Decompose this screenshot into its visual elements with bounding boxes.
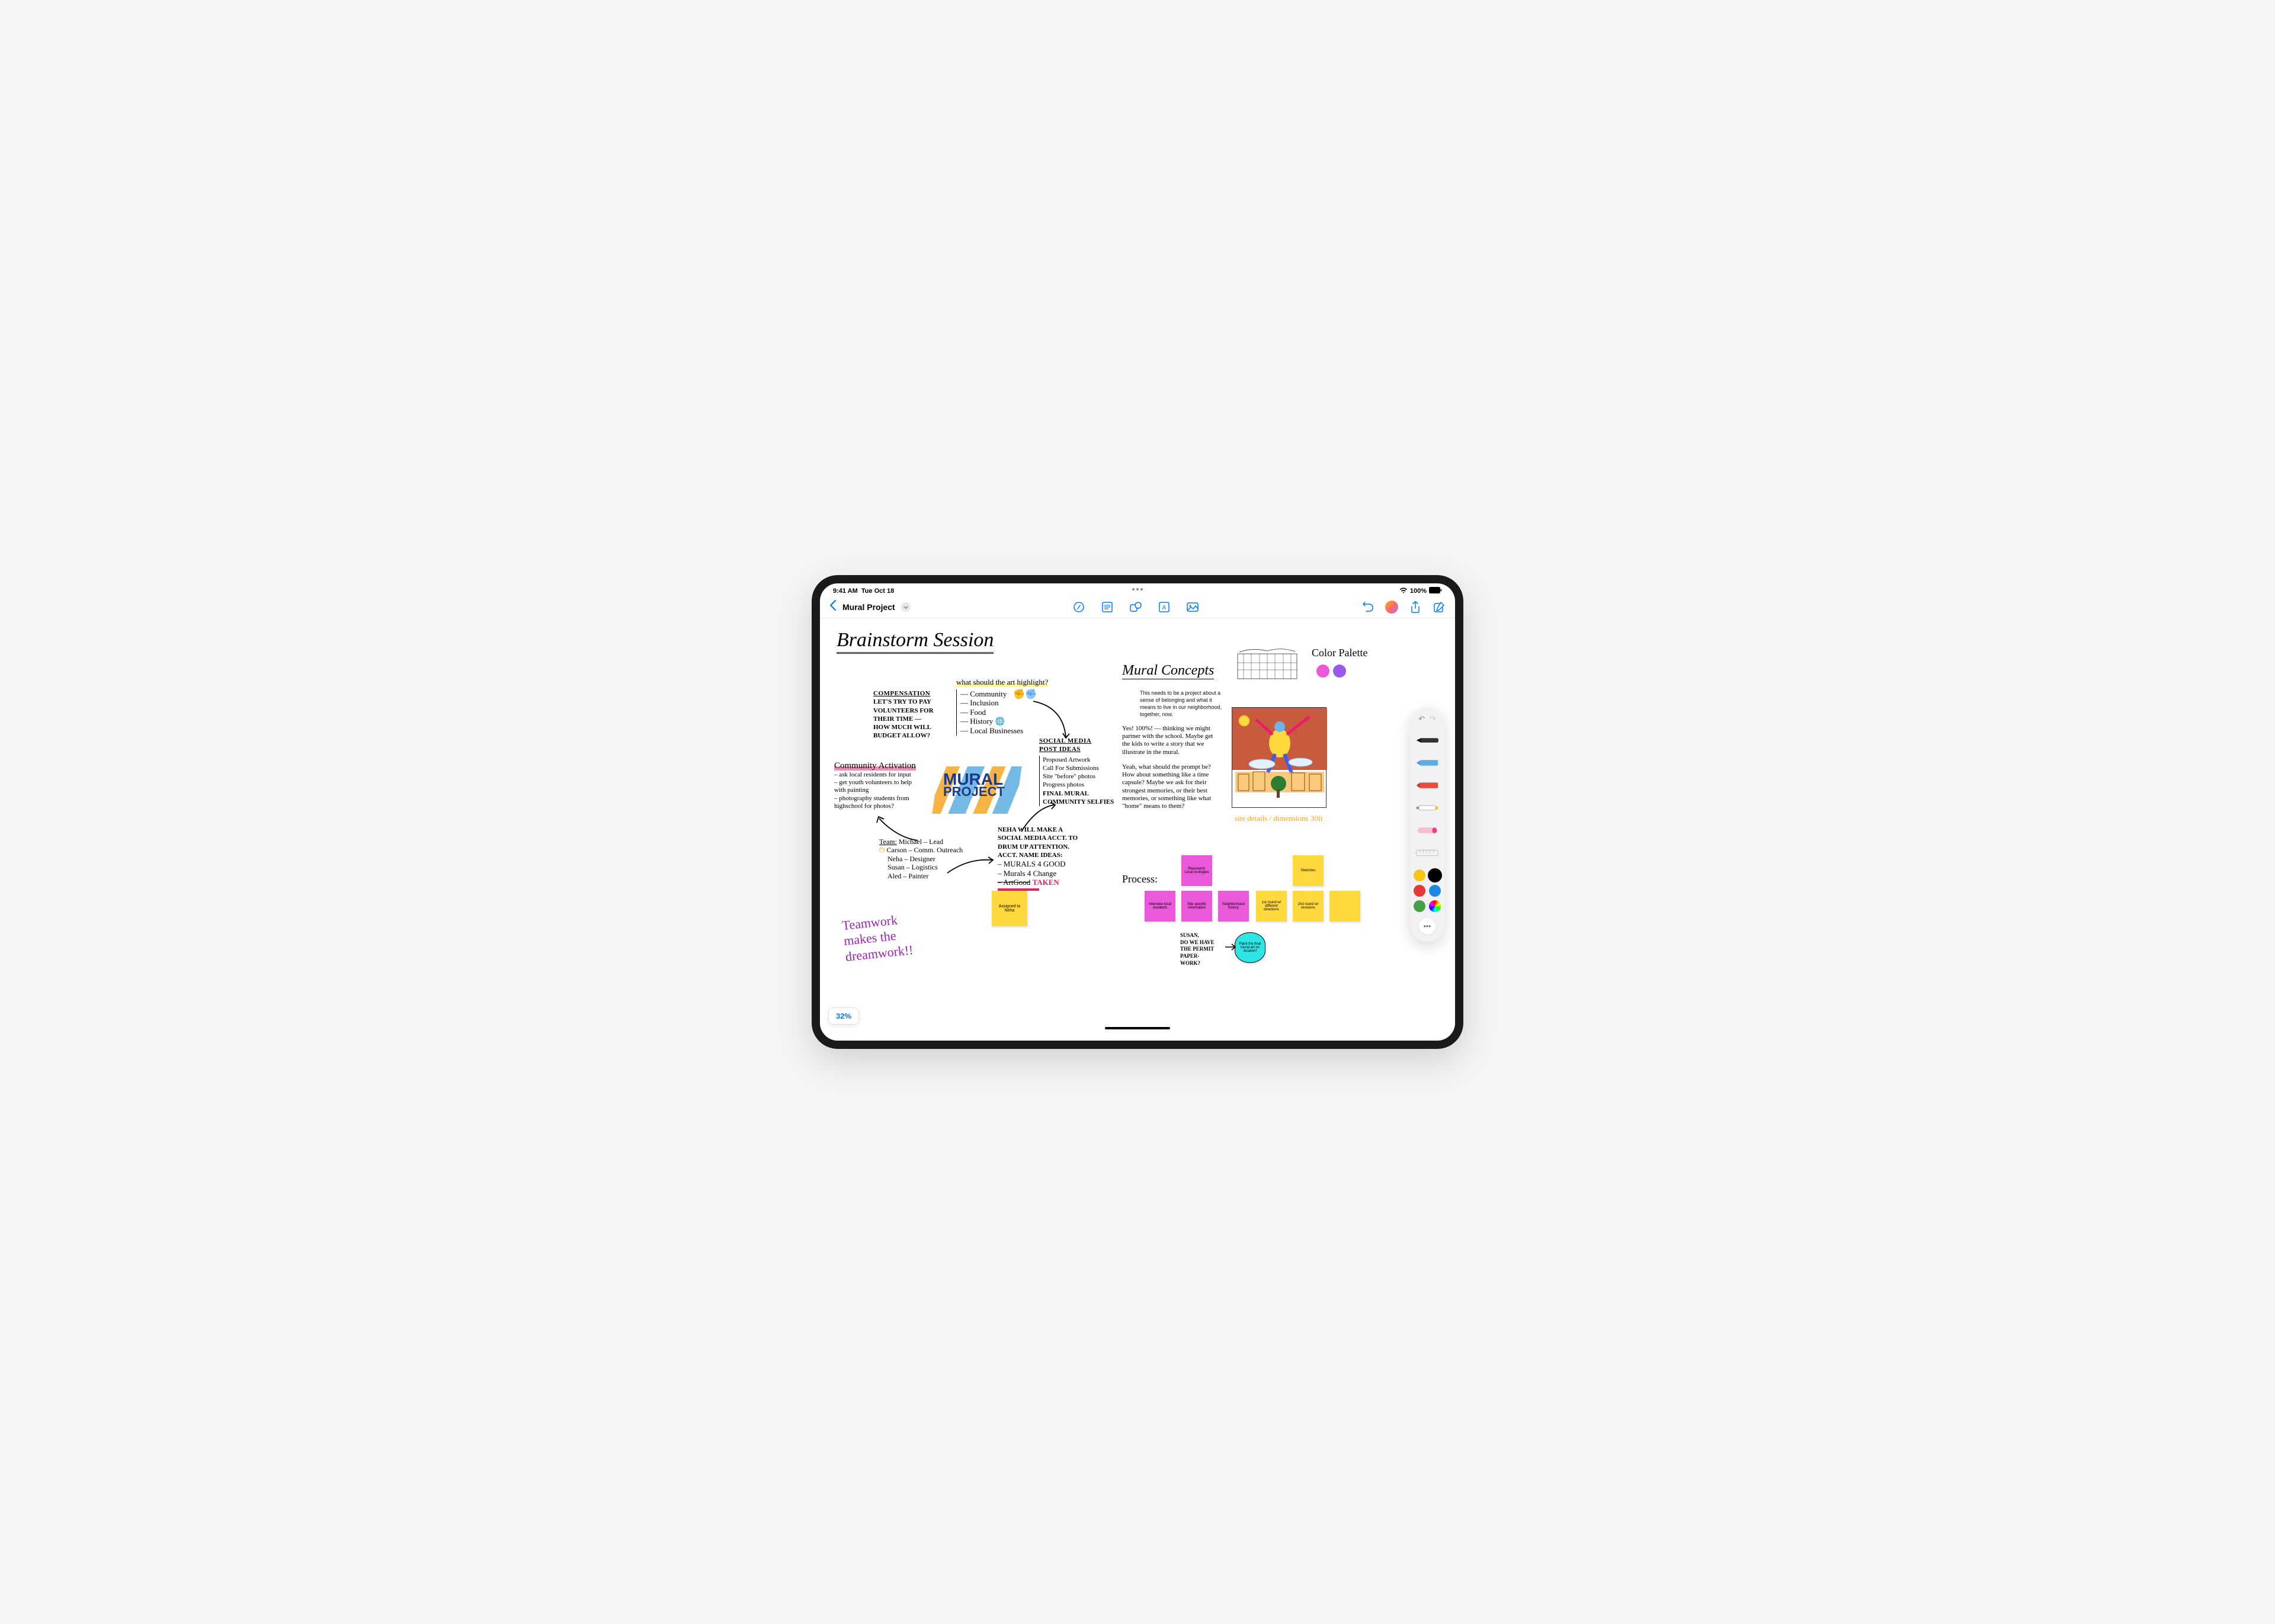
image-icon[interactable] [1186, 601, 1199, 614]
status-bar: 9:41 AM Tue Oct 18 100% [820, 583, 1455, 596]
wifi-icon [1399, 588, 1408, 595]
cursive-note-2: Yeah, what should the prompt be? How abo… [1122, 763, 1217, 810]
palette-more-icon[interactable]: ••• [1419, 918, 1436, 935]
heading-brainstorm: Brainstorm Session [837, 629, 994, 651]
pen-tool[interactable] [1415, 732, 1439, 749]
palette-undo-icon[interactable]: ↶ [1418, 714, 1425, 724]
sticky-sketches[interactable]: Sketches [1293, 855, 1324, 886]
ruler-tool[interactable] [1415, 845, 1439, 861]
sticky-research[interactable]: Reasearch Local ecologies [1181, 855, 1212, 886]
color-blue[interactable] [1429, 885, 1441, 897]
document-title[interactable]: Mural Project [842, 602, 895, 612]
cursive-note-1: Yes! 100%! — thinking we might partner w… [1122, 725, 1214, 756]
heading-mural-concepts: Mural Concepts [1122, 663, 1214, 679]
color-black[interactable] [1429, 869, 1441, 881]
process-heading: Process: [1122, 873, 1158, 886]
palette-color-grid [1414, 869, 1441, 912]
undo-icon[interactable] [1361, 601, 1374, 614]
teamwork-quote: Teamwork makes the dreamwork!! [841, 911, 914, 965]
community-block: Community Activation – ask local residen… [834, 760, 923, 810]
pen-tool-icon[interactable] [1072, 601, 1085, 614]
sticky-note-icon[interactable] [1101, 601, 1114, 614]
zoom-level-badge[interactable]: 32% [828, 1007, 859, 1025]
typed-note: This needs to be a project about a sense… [1140, 689, 1223, 718]
svg-text:A: A [1162, 605, 1167, 611]
status-date: Tue Oct 18 [861, 588, 894, 595]
compensation-block: COMPENSATION LET'S TRY TO PAY VOLUNTEERS… [873, 689, 938, 740]
neha-block: NEHA WILL MAKE A SOCIAL MEDIA ACCT. TO D… [998, 826, 1087, 891]
palette-redo-icon[interactable]: ↷ [1430, 714, 1436, 724]
eraser-tool[interactable] [1415, 822, 1439, 839]
compose-icon[interactable] [1433, 601, 1446, 614]
title-menu-chevron-icon[interactable] [901, 602, 911, 612]
sticky-round1[interactable]: 1st round w/ different directions [1256, 891, 1287, 922]
site-details-label: site details / dimensions 30ft [1235, 814, 1323, 823]
back-button[interactable] [829, 600, 837, 614]
freeform-canvas[interactable]: Brainstorm Session COMPENSATION LET'S TR… [820, 618, 1455, 1033]
ipad-screen: 9:41 AM Tue Oct 18 100% [820, 583, 1455, 1041]
share-icon[interactable] [1409, 601, 1422, 614]
shapes-icon[interactable] [1129, 601, 1142, 614]
sticky-interview[interactable]: Interview local residents [1145, 891, 1175, 922]
app-toolbar: Mural Project A [820, 596, 1455, 618]
susan-permit-note: SUSAN, DO WE HAVE THE PERMIT PAPER- WORK… [1180, 932, 1231, 967]
fist-emoji-blue: ✊ [1025, 688, 1037, 700]
sticky-paint-final[interactable]: Paint the final mural art on location! [1235, 932, 1265, 963]
social-block: SOCIAL MEDIA POST IDEAS Proposed Artwork… [1039, 737, 1116, 806]
ipad-device-frame: 9:41 AM Tue Oct 18 100% [812, 575, 1463, 1049]
home-indicator[interactable] [1105, 1027, 1170, 1029]
multitask-indicator[interactable] [1132, 588, 1143, 590]
building-sketch [1235, 645, 1300, 683]
fist-emoji-orange: ✊ [1013, 688, 1025, 700]
color-red[interactable] [1414, 885, 1425, 897]
palette-swatch-magenta [1316, 665, 1329, 678]
mural-logo: MURAL PROJECT [943, 772, 1005, 797]
battery-icon [1429, 587, 1442, 595]
color-yellow[interactable] [1414, 869, 1425, 881]
status-time: 9:41 AM [833, 588, 858, 595]
color-green[interactable] [1414, 900, 1425, 912]
collaborator-avatar[interactable] [1385, 601, 1398, 614]
sticky-assigned-neha[interactable]: Assigned to Neha [992, 891, 1027, 926]
team-block: Team: Michael – Lead ⏻ Carson – Comm. Ou… [879, 837, 980, 880]
color-picker-icon[interactable] [1429, 900, 1441, 912]
color-palette-label: Color Palette [1312, 647, 1367, 659]
fill-tool[interactable] [1415, 800, 1439, 816]
crayon-tool[interactable] [1415, 777, 1439, 794]
sticky-round2[interactable]: 2nd round w/ revisions [1293, 891, 1324, 922]
highlight-block: what should the art highlight? — Communi… [956, 678, 1051, 736]
drawing-tool-palette: ↶ ↷ [1410, 707, 1444, 942]
palette-swatch-purple [1333, 665, 1346, 678]
battery-percent: 100% [1410, 588, 1427, 595]
sticky-siteinfo[interactable]: Site specific information [1181, 891, 1212, 922]
mural-artwork [1232, 707, 1326, 808]
sticky-continue[interactable] [1329, 891, 1360, 922]
marker-tool[interactable] [1415, 755, 1439, 771]
text-box-icon[interactable]: A [1158, 601, 1171, 614]
sticky-history[interactable]: Neighborhood history [1218, 891, 1249, 922]
